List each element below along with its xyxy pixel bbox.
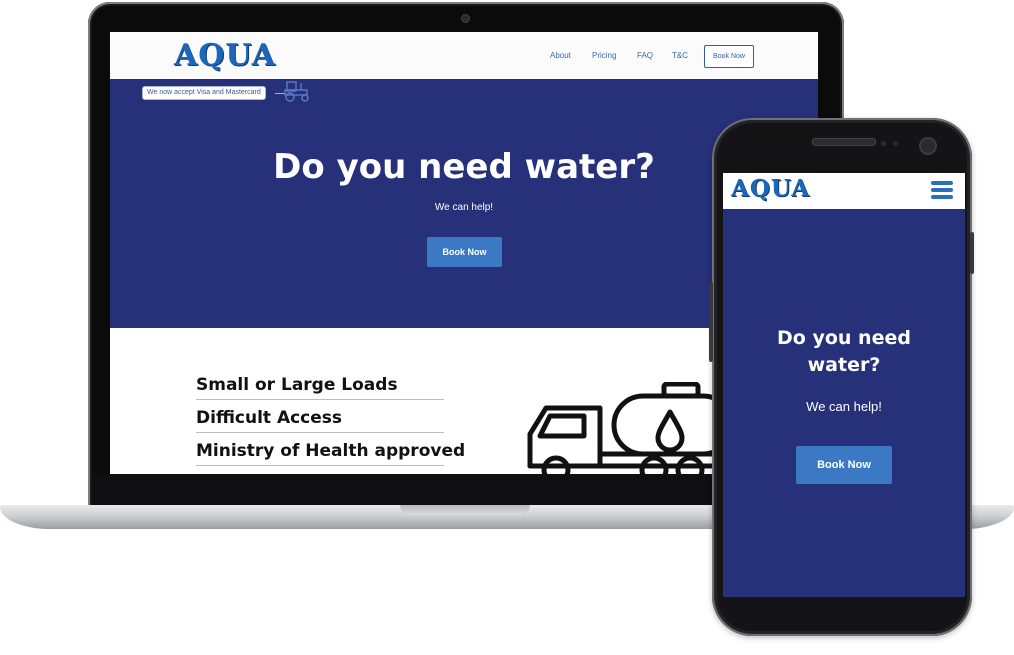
site-logo[interactable]: AQUA — [174, 38, 276, 73]
menu-bar — [931, 181, 953, 185]
feature-item: Difficult Access — [196, 408, 444, 433]
nav-book-now-button[interactable]: Book Now — [704, 45, 754, 68]
hero-book-now-button[interactable]: Book Now — [427, 237, 502, 267]
menu-bar — [931, 188, 953, 192]
payment-banner: We now accept Visa and Mastercard — [142, 86, 266, 100]
mobile-hero-title-line: water? — [807, 354, 881, 376]
water-tanker-truck-icon — [527, 382, 724, 474]
laptop-camera — [461, 14, 470, 23]
phone-sensor — [893, 141, 898, 146]
nav-tc-link[interactable]: T&C — [672, 51, 688, 60]
mobile-header: AQUA — [723, 173, 965, 209]
feature-item: Ministry of Health approved — [196, 441, 465, 466]
mobile-hero-title: Do you need water? — [723, 325, 965, 379]
site-header: AQUA About Pricing FAQ T&C Book Now — [110, 32, 818, 80]
phone-sensor — [881, 141, 886, 146]
hamburger-menu-icon[interactable] — [931, 181, 953, 201]
laptop-notch — [400, 505, 530, 515]
mobile-hero-subtitle: We can help! — [806, 399, 882, 414]
tractor-icon — [284, 81, 309, 102]
mobile-book-now-button[interactable]: Book Now — [796, 446, 892, 484]
nav-faq-link[interactable]: FAQ — [637, 51, 653, 60]
menu-bar — [931, 195, 953, 199]
feature-item: Small or Large Loads — [196, 375, 444, 400]
phone-power-button — [970, 232, 974, 274]
phone-speaker — [812, 138, 876, 146]
mobile-hero-title-line: Do you need — [777, 327, 911, 349]
phone-camera — [919, 137, 937, 155]
phone-screen: AQUA Do you need water? We can help! Boo… — [723, 173, 965, 597]
nav-about-link[interactable]: About — [550, 51, 571, 60]
mobile-site-logo[interactable]: AQUA — [731, 175, 810, 202]
nav-pricing-link[interactable]: Pricing — [592, 51, 616, 60]
phone-volume-button — [709, 282, 713, 362]
